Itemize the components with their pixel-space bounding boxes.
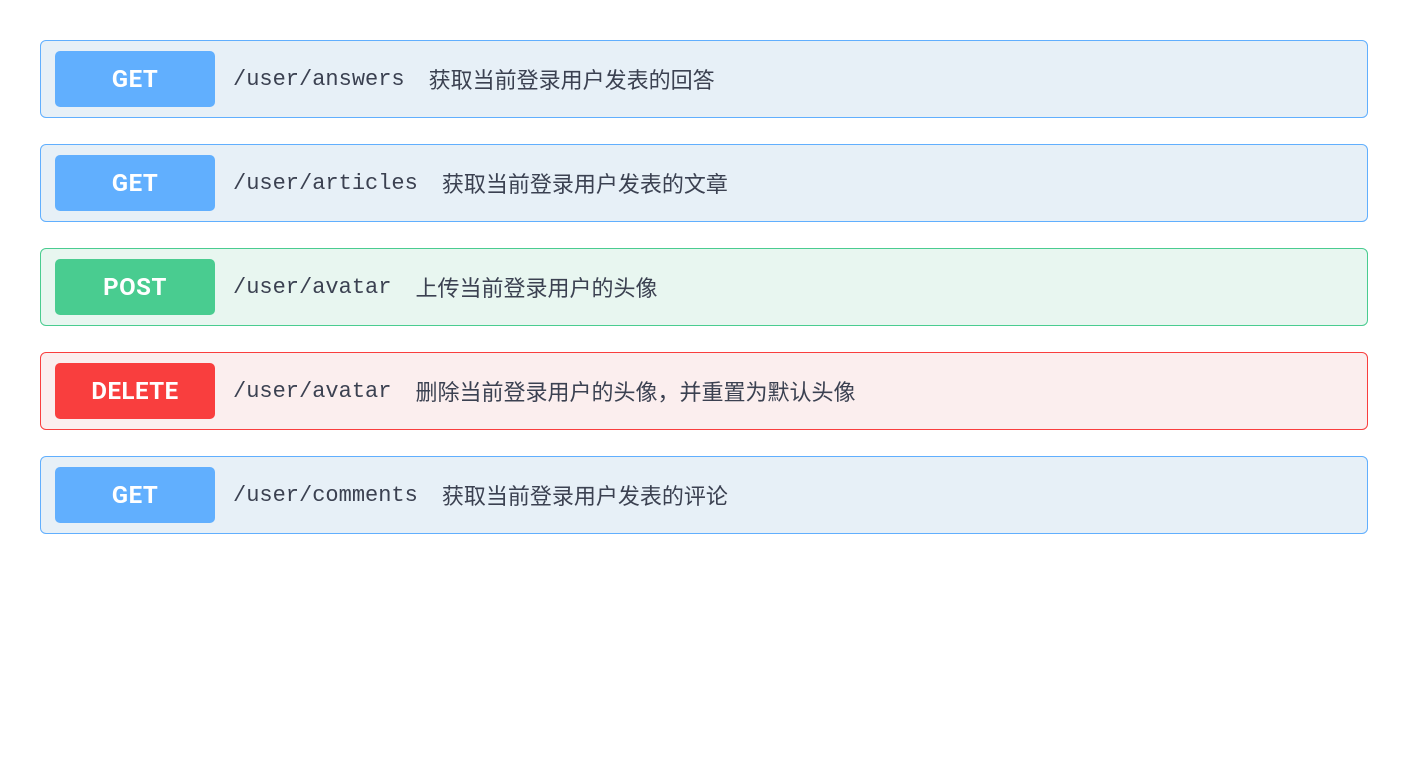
endpoint-description: 获取当前登录用户发表的文章 [442,167,728,199]
endpoint-path: /user/answers [233,67,405,92]
endpoint-row[interactable]: GET /user/articles 获取当前登录用户发表的文章 [40,144,1368,222]
endpoint-description: 上传当前登录用户的头像 [415,271,657,303]
endpoint-row[interactable]: DELETE /user/avatar 删除当前登录用户的头像，并重置为默认头像 [40,352,1368,430]
endpoint-description: 获取当前登录用户发表的回答 [429,63,715,95]
endpoint-path: /user/avatar [233,379,391,404]
endpoint-path: /user/avatar [233,275,391,300]
http-method-badge: GET [55,467,215,523]
endpoint-path: /user/articles [233,171,418,196]
endpoint-row[interactable]: GET /user/answers 获取当前登录用户发表的回答 [40,40,1368,118]
http-method-badge: POST [55,259,215,315]
endpoint-row[interactable]: GET /user/comments 获取当前登录用户发表的评论 [40,456,1368,534]
http-method-badge: DELETE [55,363,215,419]
endpoint-description: 删除当前登录用户的头像，并重置为默认头像 [415,375,855,407]
endpoint-description: 获取当前登录用户发表的评论 [442,479,728,511]
http-method-badge: GET [55,155,215,211]
endpoint-row[interactable]: POST /user/avatar 上传当前登录用户的头像 [40,248,1368,326]
http-method-badge: GET [55,51,215,107]
endpoint-path: /user/comments [233,483,418,508]
endpoint-list: GET /user/answers 获取当前登录用户发表的回答 GET /use… [40,40,1368,534]
